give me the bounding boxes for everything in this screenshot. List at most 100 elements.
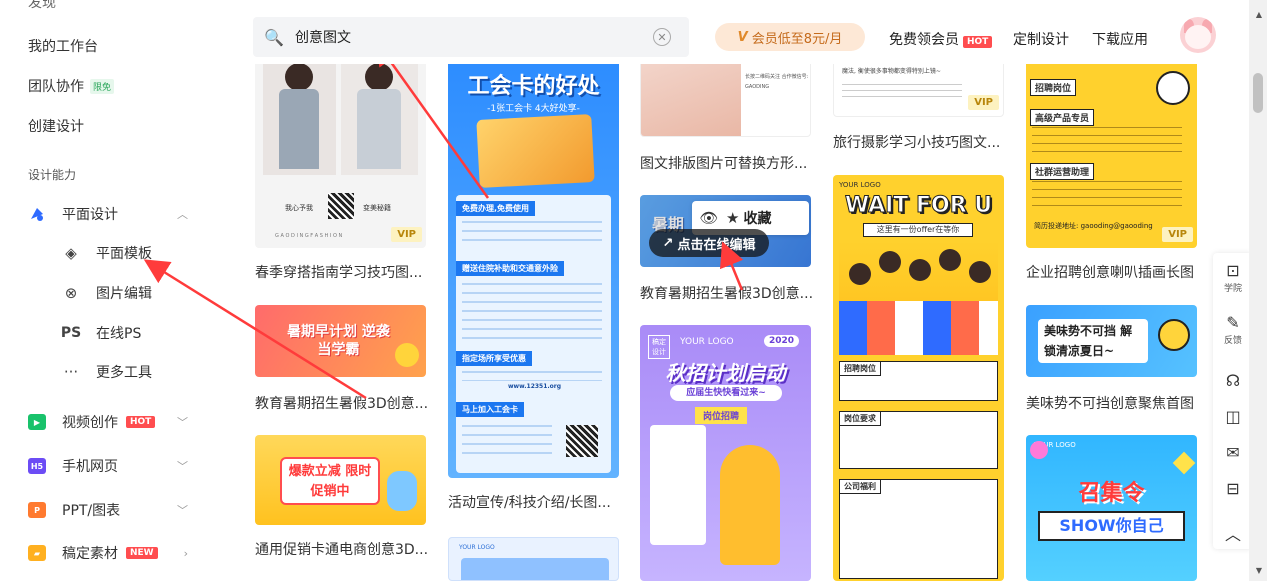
image-edit-icon: ⊗: [64, 284, 78, 302]
subitem-graphic-template[interactable]: ◈ 平面模板: [60, 243, 152, 263]
sidebar-item-workspace[interactable]: 我的工作台: [28, 36, 98, 56]
message-button[interactable]: ⊟: [1213, 479, 1253, 498]
preview-eye-icon[interactable]: 👁: [692, 209, 726, 227]
megaphone-icon: [1156, 71, 1190, 105]
avatar-face: [1185, 25, 1211, 49]
chevron-down-icon[interactable]: ﹀: [177, 502, 188, 518]
clear-icon[interactable]: ✕: [653, 28, 671, 46]
chevron-down-icon[interactable]: ﹀: [177, 414, 188, 430]
qr-code-icon: [328, 193, 354, 219]
fashion-photo-left: [263, 55, 336, 175]
star-icon[interactable]: ★: [726, 209, 739, 227]
free-vip-link[interactable]: 免费领会员 HOT: [889, 29, 993, 49]
card-title[interactable]: 通用促销卡通电商创意3D...: [255, 539, 430, 559]
template-card-autumn[interactable]: 稿定 设计 YOUR LOGO 2020 秋招计划启动 应届生快快看过来~ 岗位招…: [640, 325, 811, 581]
card-title[interactable]: 图文排版图片可替换方形...: [640, 153, 815, 173]
scroll-up-arrow-icon[interactable]: ▲: [1256, 10, 1262, 19]
search-bar[interactable]: 🔍 ✕: [253, 17, 689, 57]
download-app-link[interactable]: 下载应用: [1092, 29, 1148, 49]
category-material[interactable]: ▰ 稿定素材 NEW ›: [28, 543, 188, 563]
template-card-fashion[interactable]: 我心予我 变美秘籍 G A O D I N G F A S H I O N VI…: [255, 55, 426, 248]
gather-title: 召集令: [1078, 481, 1145, 506]
card-title[interactable]: 美味势不可挡创意聚焦首图: [1026, 393, 1201, 413]
category-label: 平面设计: [62, 207, 118, 223]
template-card-wait-for-u[interactable]: YOUR LOGO WAIT FOR U 这里有一份offer在等你 招聘岗位 …: [833, 175, 1004, 581]
fashion-photo-right: [341, 55, 418, 175]
template-card-travel[interactable]: 魔法, 衡使很多事物都变得特别上镜~ VIP: [833, 55, 1004, 117]
template-card-gather[interactable]: YOUR LOGO 召集令 SHOW你自己: [1026, 435, 1197, 581]
union-card-image: [476, 114, 595, 188]
template-card-promo[interactable]: 爆款立减 限时促销中: [255, 435, 426, 525]
template-card-union[interactable]: 工会卡的好处 -1张工会卡 4大好处享- 免费办理,免费使用 赠送住院补助和交通…: [448, 55, 619, 478]
sidebar-item-create[interactable]: 创建设计: [28, 116, 84, 136]
union-section: 赠送住院补助和交通意外险: [456, 261, 564, 276]
category-video[interactable]: ▶ 视频创作 HOT ﹀: [28, 412, 188, 432]
ps-icon: PS: [60, 325, 82, 341]
template-card-blue[interactable]: YOUR LOGO: [448, 537, 619, 581]
chevron-up-icon[interactable]: ︿: [177, 206, 188, 222]
compare-button[interactable]: ◫: [1213, 407, 1253, 426]
hot-badge: HOT: [963, 36, 993, 48]
autumn-post: 岗位招聘: [695, 407, 748, 424]
template-card-recruit[interactable]: 招聘岗位 高级产品专员 社群运营助理 简历投递地址: gaooding@gaoo…: [1026, 55, 1197, 248]
video-icon: ▶: [28, 414, 46, 430]
edit-online-button[interactable]: ↗ 点击在线编辑: [649, 229, 769, 257]
custom-design-link[interactable]: 定制设计: [1013, 29, 1069, 49]
subitem-more-tools[interactable]: ··· 更多工具: [60, 362, 152, 382]
requirement-title: 岗位要求: [839, 411, 881, 426]
card-title[interactable]: 教育暑期招生暑假3D创意...: [255, 393, 430, 413]
vip-promo-label: 会员低至8元/月: [751, 31, 843, 47]
autumn-title: 秋招计划启动: [665, 361, 786, 385]
vip-icon: V: [737, 29, 748, 45]
template-card-summer-plan[interactable]: 暑期早计划 逆袭当学霸: [255, 305, 426, 377]
fashion-left-text: 我心予我: [285, 204, 313, 212]
scrollbar-thumb[interactable]: [1253, 73, 1263, 113]
category-h5[interactable]: H5 手机网页 ﹀: [28, 456, 188, 476]
h5-icon: H5: [28, 458, 46, 474]
feedback-button[interactable]: ✎ 反馈: [1213, 313, 1253, 346]
feedback-label: 反馈: [1223, 336, 1242, 346]
category-ppt[interactable]: P PPT/图表 ﹀: [28, 500, 188, 520]
scrollbar[interactable]: ▲ ▼: [1249, 0, 1267, 581]
category-graphic-design[interactable]: 平面设计 ︿: [28, 204, 188, 224]
senior-pm-title: 高级产品专员: [1030, 109, 1095, 126]
subitem-online-ps[interactable]: PS 在线PS: [60, 323, 142, 343]
back-to-top-button[interactable]: ︿: [1213, 521, 1253, 545]
card-title[interactable]: 活动宣传/科技介绍/长图...: [448, 492, 623, 512]
subitem-label: 图片编辑: [96, 286, 152, 302]
support-button[interactable]: ☊: [1213, 371, 1253, 390]
sidebar-item-label: 团队协作: [28, 79, 84, 95]
card-title[interactable]: 企业招聘创意喇叭插画长图: [1026, 262, 1201, 282]
floating-toolbar: ⊡ 学院 ✎ 反馈 ☊ ◫ ✉ ⊟ ︿: [1213, 253, 1253, 549]
inbox-button[interactable]: ✉: [1213, 443, 1253, 462]
community-title: 社群运营助理: [1030, 163, 1095, 180]
category-label: 视频创作: [62, 415, 118, 431]
logo-text: YOUR LOGO: [680, 337, 734, 347]
card-title[interactable]: 教育暑期招生暑假3D创意...: [640, 283, 815, 303]
subitem-image-edit[interactable]: ⊗ 图片编辑: [60, 283, 152, 303]
favorite-button[interactable]: 收藏: [743, 208, 771, 228]
sidebar-item-team[interactable]: 团队协作 限免: [28, 76, 115, 96]
union-section: 免费办理,免费使用: [456, 201, 536, 216]
section-title: 设计能力: [28, 168, 77, 182]
chevron-down-icon[interactable]: ﹀: [177, 458, 188, 474]
card-title[interactable]: 旅行摄影学习小技巧图文...: [833, 132, 1008, 152]
template-card-tasty[interactable]: 美味势不可挡 解锁清凉夏日~: [1026, 305, 1197, 377]
card-title[interactable]: 春季穿搭指南学习技巧图...: [255, 262, 430, 282]
photo-caption: 长按二维码关注 合作微信号: GAODING: [745, 74, 809, 90]
vip-tag: VIP: [1162, 227, 1193, 242]
template-card-photo[interactable]: 长按二维码关注 合作微信号: GAODING: [640, 55, 811, 137]
academy-button[interactable]: ⊡ 学院: [1213, 261, 1253, 294]
welfare-box: [839, 479, 998, 579]
scroll-down-arrow-icon[interactable]: ▼: [1256, 566, 1262, 575]
vip-promo-button[interactable]: V 会员低至8元/月: [715, 23, 865, 51]
logo-text: YOUR LOGO: [459, 544, 495, 551]
sidebar-item-discover[interactable]: 发现: [28, 0, 56, 12]
graphic-design-icon: [28, 206, 46, 222]
avatar[interactable]: [1180, 17, 1216, 53]
chevron-right-icon[interactable]: ›: [184, 547, 188, 560]
union-text-lines: [462, 425, 552, 461]
union-text-lines: [462, 371, 602, 381]
search-input[interactable]: [295, 29, 625, 45]
top-header: 🔍 ✕ V 会员低至8元/月 免费领会员 HOT 定制设计 下载应用: [205, 0, 1245, 64]
